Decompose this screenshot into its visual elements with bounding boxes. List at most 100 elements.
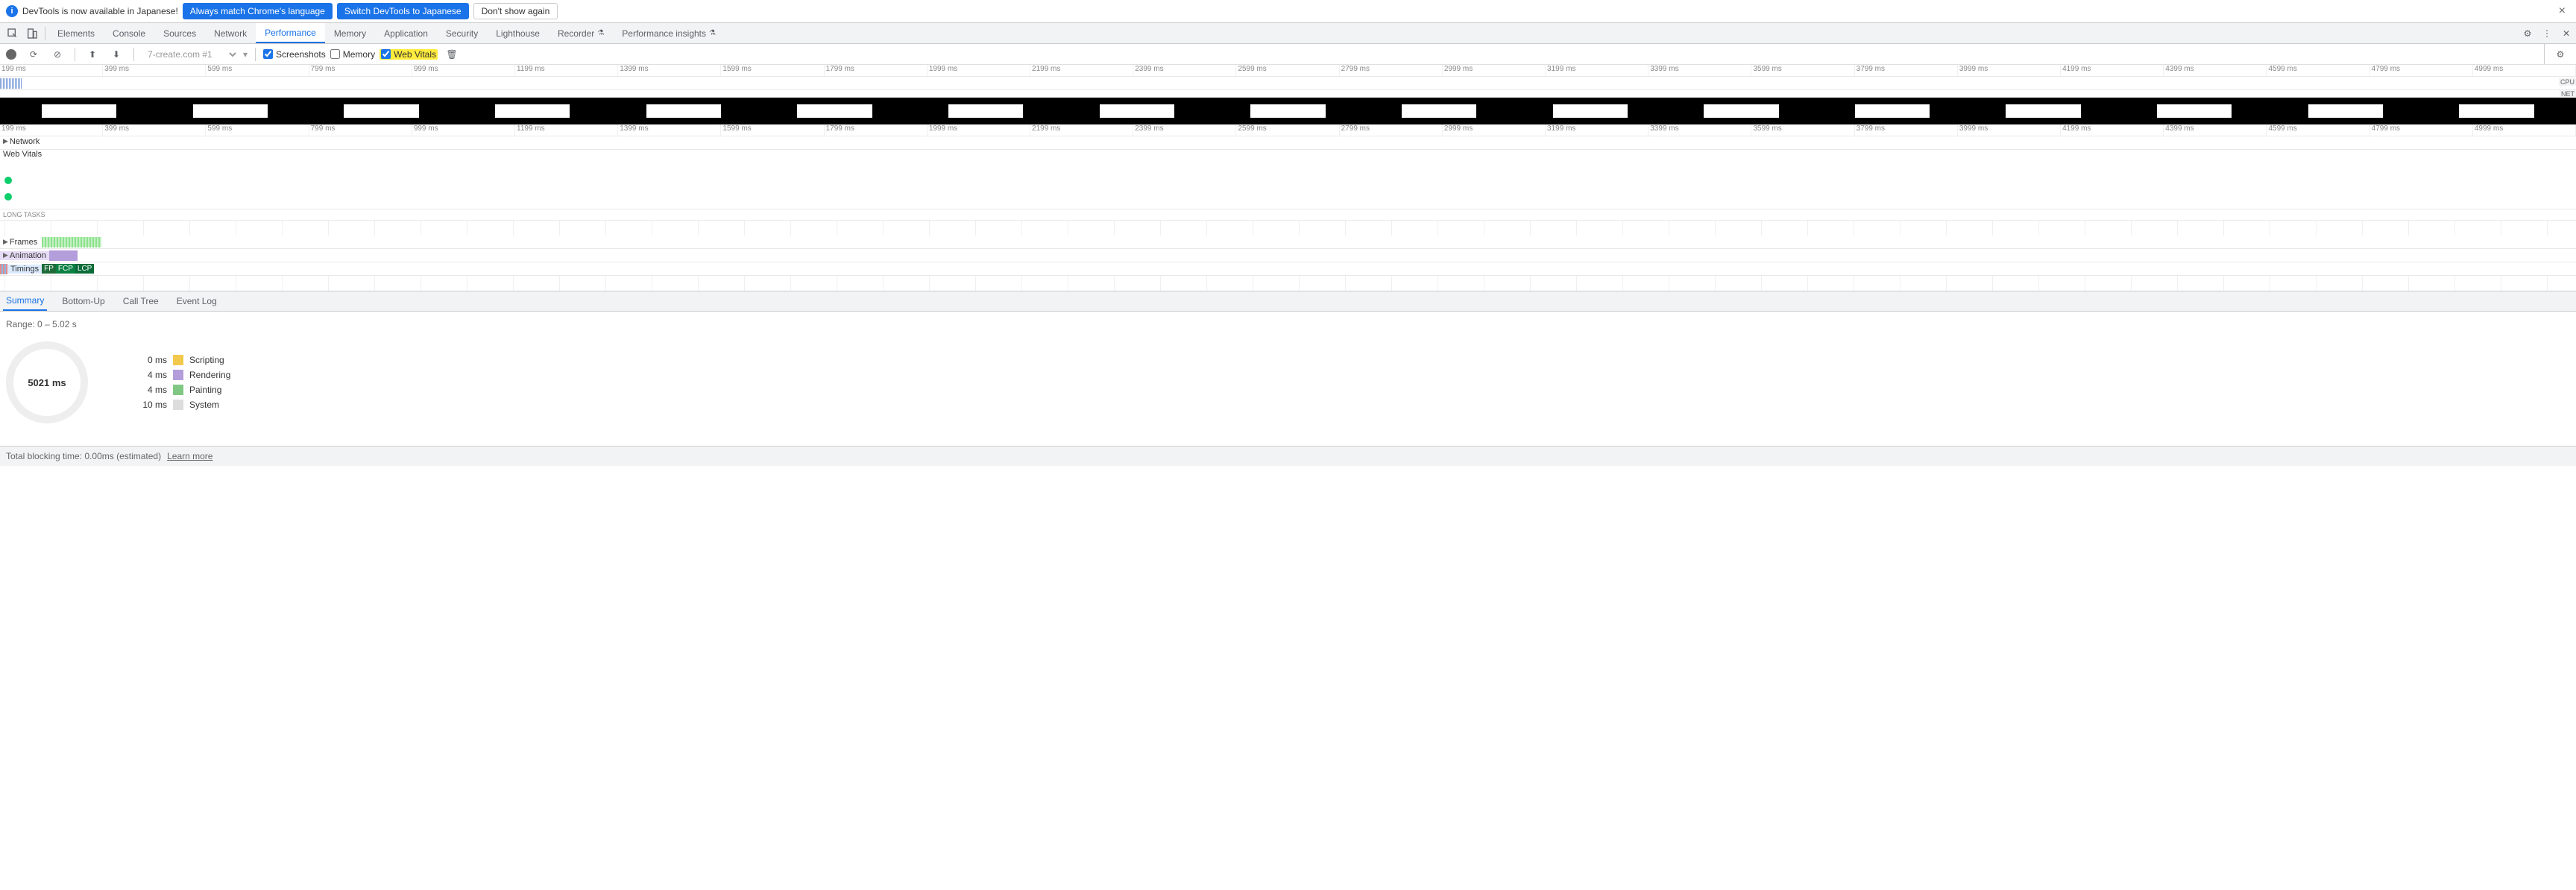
tab-security[interactable]: Security — [437, 23, 487, 43]
filmstrip-frame[interactable] — [458, 99, 608, 123]
ruler-tick: 4999 ms — [2473, 124, 2576, 136]
lcp-badge[interactable]: LCP — [75, 264, 94, 274]
details-tab-call-tree[interactable]: Call Tree — [120, 291, 162, 311]
net-label: NET — [2560, 90, 2576, 98]
capture-settings-gear-icon[interactable]: ⚙ — [2552, 46, 2569, 63]
net-overview[interactable]: NET — [0, 90, 2576, 98]
tab-application[interactable]: Application — [375, 23, 437, 43]
ruler-tick: 4599 ms — [2267, 124, 2369, 136]
reload-record-icon[interactable]: ⟳ — [25, 46, 42, 63]
close-icon[interactable]: × — [2554, 4, 2570, 18]
details-tab-summary[interactable]: Summary — [3, 291, 47, 311]
record-button[interactable] — [6, 49, 16, 60]
ruler-tick: 3799 ms — [1855, 65, 1958, 76]
webvitals-checkbox[interactable] — [381, 49, 391, 59]
dont-show-again-button[interactable]: Don't show again — [473, 3, 558, 19]
tab-performance-insights[interactable]: Performance insights⚗ — [613, 23, 725, 43]
switch-language-button[interactable]: Switch DevTools to Japanese — [337, 3, 469, 19]
tab-console[interactable]: Console — [104, 23, 154, 43]
ruler-tick: 1199 ms — [515, 65, 618, 76]
fcp-badge[interactable]: FCP — [56, 264, 75, 274]
tab-elements[interactable]: Elements — [48, 23, 104, 43]
webvitals-checkbox-label[interactable]: Web Vitals — [380, 49, 438, 60]
inspect-element-icon[interactable] — [4, 25, 21, 42]
screenshots-checkbox-label[interactable]: Screenshots — [263, 49, 326, 60]
filmstrip-frame[interactable] — [760, 99, 910, 123]
settings-gear-icon[interactable]: ⚙ — [2519, 25, 2536, 42]
tab-memory[interactable]: Memory — [325, 23, 375, 43]
tab-lighthouse[interactable]: Lighthouse — [487, 23, 549, 43]
upload-icon[interactable]: ⬆ — [84, 46, 101, 63]
overview-ruler[interactable]: 199 ms399 ms599 ms799 ms999 ms1199 ms139… — [0, 65, 2576, 77]
ruler-tick: 3999 ms — [1958, 65, 2061, 76]
details-tab-bottom-up[interactable]: Bottom-Up — [59, 291, 107, 311]
device-toolbar-icon[interactable] — [24, 25, 40, 42]
cpu-overview[interactable]: CPU — [0, 77, 2576, 90]
clear-icon[interactable]: ⊘ — [49, 46, 66, 63]
trash-icon[interactable]: 🗑 — [444, 46, 460, 63]
legend-ms: 4 ms — [133, 370, 167, 380]
disclosure-icon[interactable]: ▶ — [3, 238, 8, 246]
memory-checkbox[interactable] — [330, 49, 340, 59]
download-icon[interactable]: ⬇ — [108, 46, 125, 63]
filmstrip-frame[interactable] — [306, 99, 456, 123]
frames-bars — [42, 237, 101, 247]
footer-bar: Total blocking time: 0.00ms (estimated) … — [0, 446, 2576, 466]
animation-track[interactable]: ▶Animation — [0, 249, 2576, 262]
memory-checkbox-label[interactable]: Memory — [330, 49, 375, 60]
ruler-tick: 2799 ms — [1340, 124, 1443, 136]
legend-label: Scripting — [189, 355, 224, 365]
ruler-tick: 4799 ms — [2370, 65, 2473, 76]
timeline-ruler[interactable]: 199 ms399 ms599 ms799 ms999 ms1199 ms139… — [0, 124, 2576, 136]
details-tab-event-log[interactable]: Event Log — [174, 291, 220, 311]
filmstrip-frame[interactable] — [1968, 99, 2118, 123]
webvitals-marker[interactable] — [4, 177, 12, 184]
long-tasks-lane[interactable] — [0, 221, 2576, 236]
tab-performance[interactable]: Performance — [256, 23, 325, 43]
ruler-tick: 3399 ms — [1648, 124, 1751, 136]
webvitals-lane[interactable] — [0, 163, 2576, 209]
frames-track[interactable]: ▶Frames — [0, 236, 2576, 249]
main-thread-lane[interactable] — [0, 276, 2576, 291]
tab-sources[interactable]: Sources — [154, 23, 205, 43]
match-language-button[interactable]: Always match Chrome's language — [183, 3, 333, 19]
filmstrip-frame[interactable] — [2422, 99, 2572, 123]
cpu-label: CPU — [2559, 78, 2576, 86]
screenshots-filmstrip[interactable] — [0, 98, 2576, 124]
ruler-tick: 399 ms — [103, 124, 206, 136]
filmstrip-frame[interactable] — [2271, 99, 2421, 123]
filmstrip-frame[interactable] — [2120, 99, 2270, 123]
filmstrip-frame[interactable] — [1213, 99, 1363, 123]
filmstrip-frame[interactable] — [4, 99, 154, 123]
ruler-tick: 1999 ms — [928, 124, 1030, 136]
ruler-tick: 3999 ms — [1958, 124, 2061, 136]
tab-network[interactable]: Network — [205, 23, 256, 43]
ruler-tick: 1799 ms — [825, 65, 928, 76]
filmstrip-frame[interactable] — [609, 99, 759, 123]
ruler-tick: 2399 ms — [1133, 65, 1236, 76]
filmstrip-frame[interactable] — [1364, 99, 1514, 123]
more-menu-icon[interactable]: ⋮ — [2539, 25, 2555, 42]
filmstrip-frame[interactable] — [1666, 99, 1816, 123]
webvitals-marker[interactable] — [4, 193, 12, 201]
recording-select[interactable]: 7-create.com #1 — [142, 48, 239, 60]
filmstrip-frame[interactable] — [1818, 99, 1968, 123]
close-devtools-icon[interactable]: ✕ — [2558, 25, 2575, 42]
screenshots-checkbox[interactable] — [263, 49, 273, 59]
disclosure-icon[interactable]: ▶ — [3, 137, 8, 145]
separator — [255, 48, 256, 61]
learn-more-link[interactable]: Learn more — [167, 451, 212, 461]
fp-badge[interactable]: FP — [42, 264, 56, 274]
tab-recorder[interactable]: Recorder⚗ — [549, 23, 613, 43]
ruler-tick: 1599 ms — [721, 124, 824, 136]
filmstrip-frame[interactable] — [1515, 99, 1665, 123]
ruler-tick: 2199 ms — [1030, 124, 1133, 136]
flask-icon: ⚗ — [709, 29, 716, 37]
disclosure-icon[interactable]: ▶ — [3, 251, 8, 259]
network-track[interactable]: ▶Network — [0, 136, 2576, 150]
filmstrip-frame[interactable] — [156, 99, 306, 123]
filmstrip-frame[interactable] — [1062, 99, 1212, 123]
timings-track[interactable]: Timings FP FCP LCP — [0, 262, 2576, 276]
filmstrip-frame[interactable] — [911, 99, 1061, 123]
ruler-tick: 2799 ms — [1340, 65, 1443, 76]
